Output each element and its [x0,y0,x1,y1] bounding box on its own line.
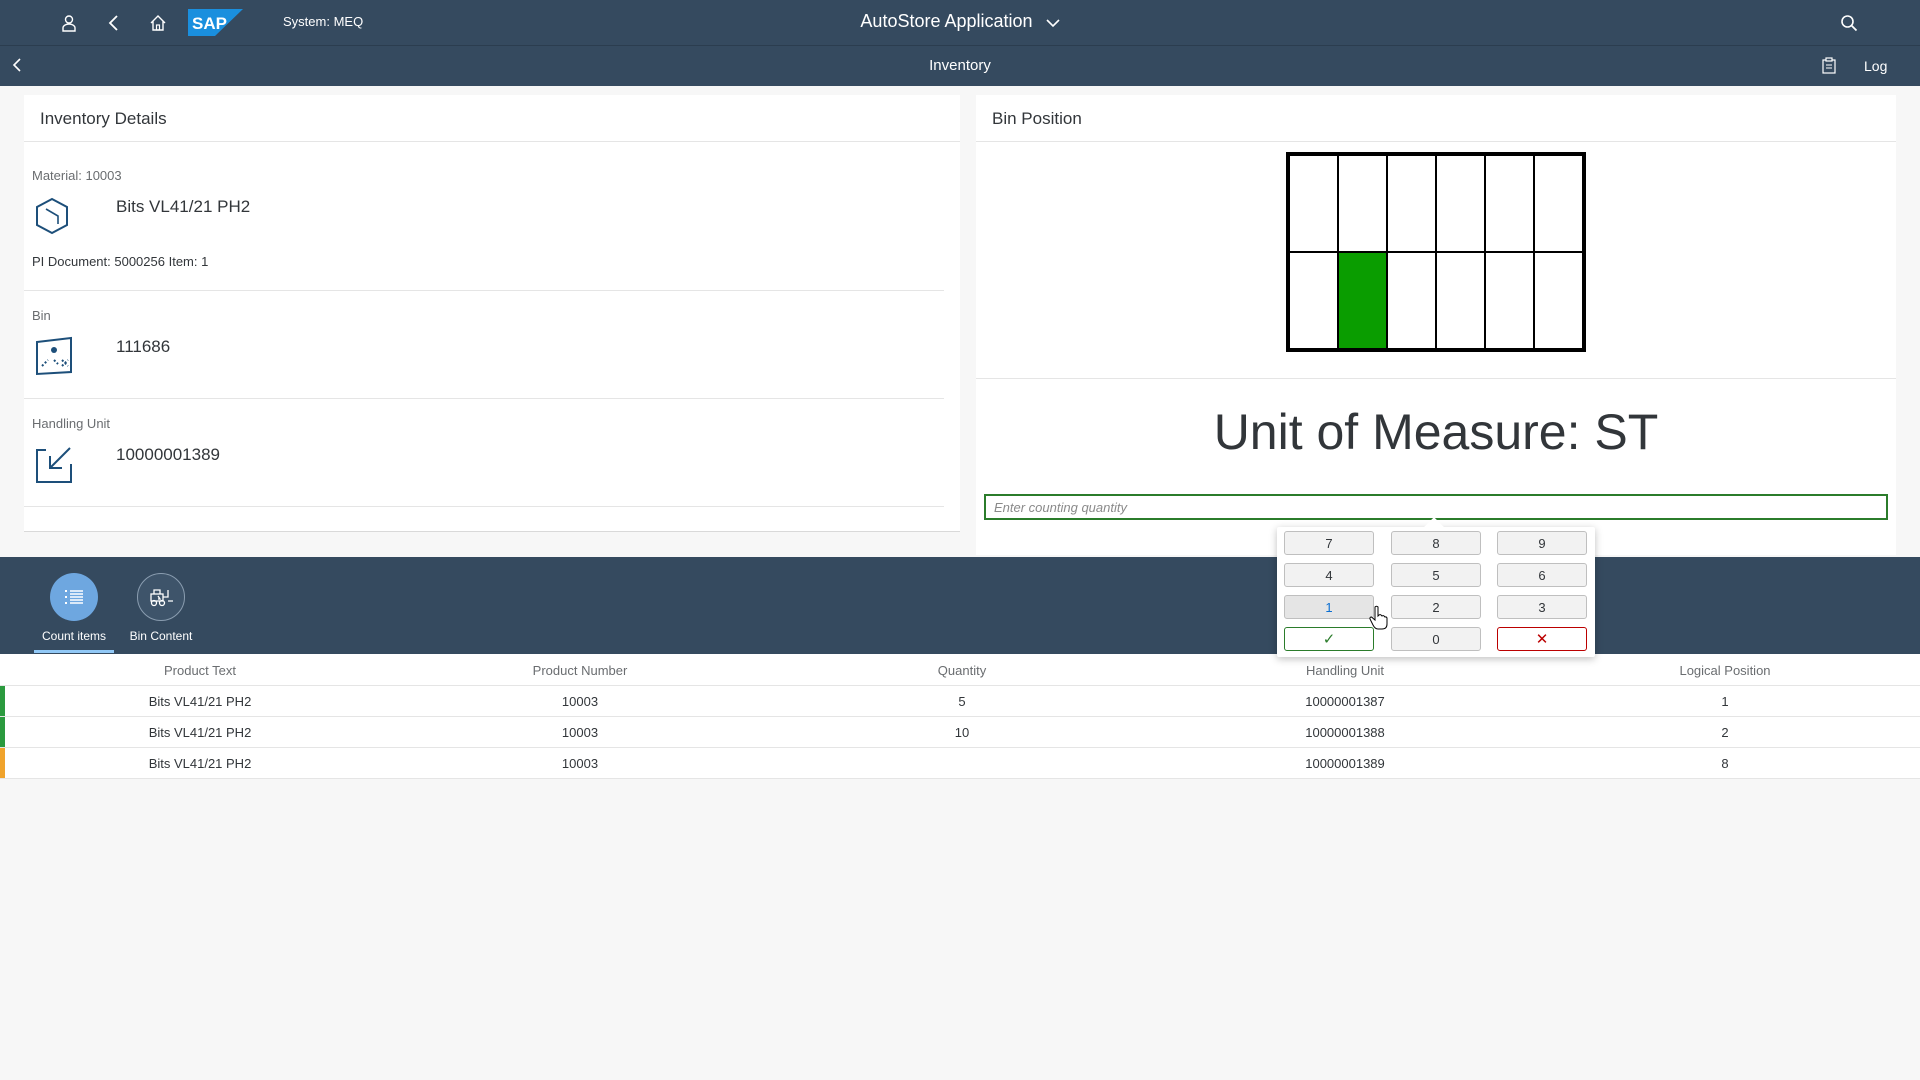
column-header[interactable]: Handling Unit [1245,663,1445,678]
divider [24,398,944,399]
logical-position-cell: 8 [1721,756,1729,771]
app-title-menu[interactable]: AutoStore Application [0,11,1920,33]
clipboard-icon[interactable] [1822,57,1836,79]
hand-cursor-icon [1369,605,1388,630]
bin-value: 111686 [116,337,171,356]
table-row[interactable]: Bits VL41/21 PH2 10003 5 10000001387 1 [0,686,1920,717]
bin-cell-active [1338,252,1387,349]
key-6[interactable]: 6 [1497,563,1587,587]
bin-cell [1289,155,1338,252]
handling-unit-cell: 10000001387 [1305,694,1385,709]
app-title: AutoStore Application [860,11,1033,31]
product-icon [34,196,70,241]
bin-cell [1387,252,1436,349]
key-8[interactable]: 8 [1391,531,1481,555]
tab-count-items[interactable]: Count items [29,573,119,643]
bin-grid [1286,152,1586,352]
key-9[interactable]: 9 [1497,531,1587,555]
tab-label: Count items [41,629,107,643]
quantity-cell: 10 [954,725,970,740]
bin-cell [1387,155,1436,252]
product-text-cell: Bits VL41/21 PH2 [148,725,252,740]
handling-unit-cell: 10000001388 [1305,725,1385,740]
numeric-keypad: 7 8 9 4 5 6 1 2 3 ✓ 0 ✕ [1277,517,1595,657]
counting-quantity-input[interactable] [984,494,1888,520]
key-7[interactable]: 7 [1284,531,1374,555]
column-header[interactable]: Product Text [100,663,300,678]
shell-bar: SAP System: MEQ AutoStore Application [0,0,1920,45]
key-3[interactable]: 3 [1497,595,1587,619]
divider [24,141,960,142]
product-number-cell: 10003 [561,694,599,709]
page-title: Inventory [929,57,991,74]
hu-label: Handling Unit [32,416,111,431]
confirm-button[interactable]: ✓ [1284,627,1374,651]
bin-cell [1534,155,1583,252]
product-text-cell: Bits VL41/21 PH2 [148,756,252,771]
material-label: Material: 10003 [32,168,122,183]
key-0[interactable]: 0 [1391,627,1481,651]
material-name: Bits VL41/21 PH2 [116,197,251,216]
search-icon[interactable] [1836,10,1862,36]
unit-of-measure: Unit of Measure: ST [1213,404,1659,460]
table-header: Product Text Product Number Quantity Han… [0,654,1920,686]
divider [24,506,944,507]
forklift-icon [137,573,185,621]
divider [976,141,1896,142]
material-section: Material: 10003 Bits VL41/21 PH2 PI Docu… [32,168,920,269]
bin-cell [1485,155,1534,252]
bin-location-icon [34,336,74,381]
key-5[interactable]: 5 [1391,563,1481,587]
quantity-cell: 5 [958,694,966,709]
product-number-cell: 10003 [561,756,599,771]
bin-cell [1289,252,1338,349]
bin-cell [1485,252,1534,349]
selected-tab-indicator [34,650,114,653]
column-header[interactable]: Logical Position [1625,663,1825,678]
tab-bin-content[interactable]: Bin Content [116,573,206,643]
icon-tab-bar: Count items Bin Content [0,557,1920,654]
divider [976,378,1896,379]
logical-position-cell: 1 [1721,694,1729,709]
product-number-cell: 10003 [561,725,599,740]
bin-section: Bin 111686 [32,308,920,398]
log-button[interactable]: Log [1864,58,1887,74]
table-row[interactable]: Bits VL41/21 PH2 10003 10 10000001388 2 [0,717,1920,748]
divider [24,531,960,532]
handling-unit-cell: 10000001389 [1305,756,1385,771]
bin-cell [1436,155,1485,252]
column-header[interactable]: Quantity [862,663,1062,678]
bin-cell [1534,252,1583,349]
key-1[interactable]: 1 [1284,595,1374,619]
status-indicator [0,748,5,778]
bin-position-panel: Bin Position Unit of Measure: ST [976,95,1896,555]
hu-value: 10000001389 [116,445,221,464]
status-indicator [0,686,5,716]
page-header: Inventory Log [0,45,1920,86]
key-4[interactable]: 4 [1284,563,1374,587]
logical-position-cell: 2 [1721,725,1729,740]
key-2[interactable]: 2 [1391,595,1481,619]
bin-cell [1436,252,1485,349]
cancel-button[interactable]: ✕ [1497,627,1587,651]
table-row[interactable]: Bits VL41/21 PH2 10003 10000001389 8 [0,748,1920,779]
list-icon [50,573,98,621]
status-indicator [0,717,5,747]
bin-cell [1338,155,1387,252]
pi-document: PI Document: 5000256 Item: 1 [32,254,209,269]
chevron-down-icon [1045,12,1060,33]
handling-unit-section: Handling Unit 10000001389 [32,416,920,506]
divider [24,290,944,291]
column-header[interactable]: Product Number [480,663,680,678]
product-text-cell: Bits VL41/21 PH2 [148,694,252,709]
tab-label: Bin Content [129,629,193,643]
panel-title: Bin Position [992,109,1082,128]
count-items-table: Product Text Product Number Quantity Han… [0,654,1920,779]
goods-receipt-icon [34,444,74,489]
panel-title: Inventory Details [40,109,167,128]
bin-label: Bin [32,308,51,323]
